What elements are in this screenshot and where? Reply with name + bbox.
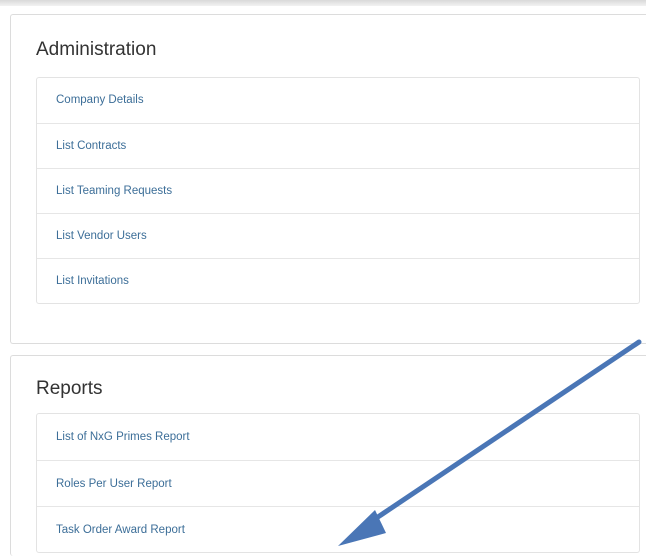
admin-link-list-contracts[interactable]: List Contracts (37, 123, 639, 168)
administration-panel: Administration Company Details List Cont… (10, 14, 646, 344)
reports-panel: Reports List of NxG Primes Report Roles … (10, 355, 646, 556)
report-link-nxg-primes[interactable]: List of NxG Primes Report (37, 414, 639, 460)
administration-list: Company Details List Contracts List Team… (36, 77, 640, 304)
admin-link-list-teaming-requests[interactable]: List Teaming Requests (37, 168, 639, 213)
report-link-roles-per-user[interactable]: Roles Per User Report (37, 460, 639, 506)
top-strip (0, 0, 646, 6)
report-link-task-order-award[interactable]: Task Order Award Report (37, 506, 639, 552)
admin-link-company-details[interactable]: Company Details (37, 78, 639, 123)
admin-link-list-vendor-users[interactable]: List Vendor Users (37, 213, 639, 258)
administration-title: Administration (36, 39, 157, 60)
reports-title: Reports (36, 378, 103, 399)
admin-link-list-invitations[interactable]: List Invitations (37, 258, 639, 303)
reports-list: List of NxG Primes Report Roles Per User… (36, 413, 640, 553)
